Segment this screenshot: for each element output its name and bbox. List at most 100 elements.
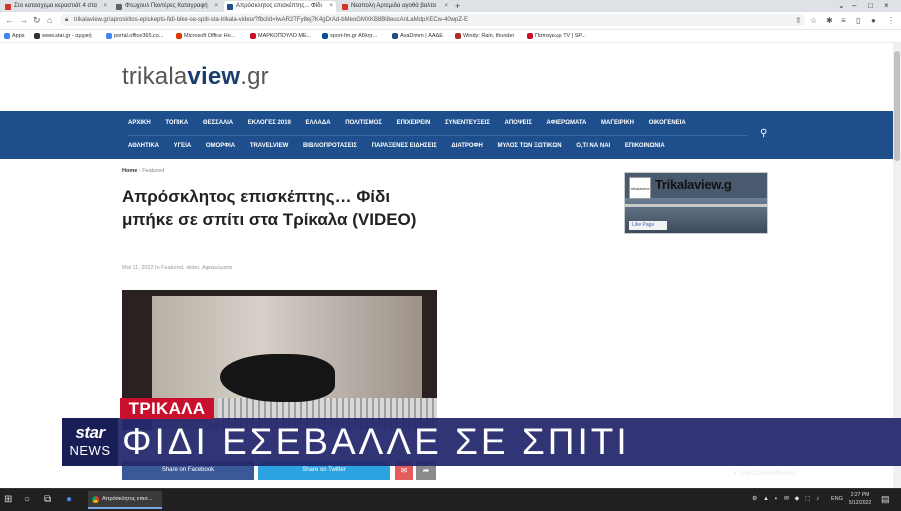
nav-item-interviews[interactable]: ΣΥΝΕΝΤΕΥΞΕΙΣ <box>445 120 490 126</box>
url-text: trikalaview.gr/aproskltos-episkepts-fidi… <box>74 17 468 23</box>
site-logo[interactable]: trikalaview.gr <box>122 63 269 91</box>
nav-item-elections[interactable]: ΕΚΛΟΓΕΣ 2019 <box>248 120 291 126</box>
bookmark-office-portal[interactable]: portal.office365.co... <box>106 30 163 42</box>
bookmark-favicon-icon <box>250 33 256 39</box>
nav-item-home[interactable]: ΑΡΧΙΚΗ <box>128 120 151 126</box>
search-icon[interactable]: ○ <box>24 494 30 506</box>
bookmark-sportfm[interactable]: sport-fm.gr Αθλητ... <box>322 30 377 42</box>
taskbar-chrome-app[interactable]: Απρόσκλητος επισ... <box>88 491 162 509</box>
task-view-icon[interactable]: ⧉ <box>44 494 51 506</box>
tv-location-strap: ΤΡΙΚΑΛΑ <box>120 398 214 419</box>
bookmark-favicon-icon <box>455 33 461 39</box>
browser-tab-4[interactable]: Νεαπολη Αρτεμιδα αγοθά βαλτα × <box>339 1 451 12</box>
bookmark-favicon-icon <box>392 33 398 39</box>
nav-item-travelview[interactable]: TRAVELVIEW <box>250 143 288 149</box>
nav-item-business[interactable]: ΕΠΙΧΕΙΡΕΙΝ <box>397 120 431 126</box>
sidebar-icon[interactable]: ▯ <box>856 15 860 26</box>
chrome-icon <box>92 496 99 503</box>
star-icon[interactable]: ☆ <box>810 15 817 26</box>
bookmark-favicon-icon <box>106 33 112 39</box>
puzzle-icon[interactable]: ≡ <box>841 15 846 26</box>
tab-label: Στο κατασχεμα κεραστιάτ 4 στα <box>14 3 97 9</box>
language-indicator[interactable]: ENG <box>831 496 843 502</box>
windows-start-icon[interactable]: ⊞ <box>4 494 12 506</box>
nav-item-beauty[interactable]: ΟΜΟΡΦΙΑ <box>206 143 235 149</box>
tab-label: Φτωχουλ Παντέρες Καταγραφή <box>125 3 208 9</box>
tab-favicon-icon <box>116 4 122 10</box>
close-icon[interactable]: × <box>444 1 448 12</box>
tv-headline: ΦΙΔΙ ΕΣΕΒΑΛΛΕ ΣΕ ΣΠΙΤΙ <box>122 421 630 462</box>
nav-item-nutrition[interactable]: ΔΙΑΤΡΟΦΗ <box>451 143 482 149</box>
snake-image <box>220 354 335 402</box>
like-page-button[interactable]: Like Page <box>629 221 667 230</box>
nav-item-elves-mill[interactable]: ΜΥΛΟΣ ΤΩΝ ΞΩΤΙΚΩΝ <box>497 143 561 149</box>
star-news-logo: star NEWS <box>62 418 118 466</box>
nav-item-whatever[interactable]: Ο,ΤΙ ΝΑ ΝΑΙ <box>576 143 610 149</box>
nav-item-greece[interactable]: ΕΛΛΑΔΑ <box>306 120 331 126</box>
nav-item-opinions[interactable]: ΑΠΟΨΕΙΣ <box>504 120 531 126</box>
close-icon[interactable]: × <box>329 1 333 12</box>
bookmark-aade[interactable]: AvaDimm | ΑΑΔΕ <box>392 30 443 42</box>
nav-item-contact[interactable]: ΕΠΙΚΟΙΝΩΝΙΑ <box>625 143 665 149</box>
article-title: Απρόσκλητος επισκέπτης… Φίδι μπήκε σε σπ… <box>122 187 417 229</box>
bookmark-tv[interactable]: Παπαγεωρ TV | SP... <box>527 30 586 42</box>
nav-item-books[interactable]: ΒΙΒΛΙΟΠΡΟΤΑΣΕΙΣ <box>303 143 357 149</box>
bookmark-favicon-icon <box>34 33 40 39</box>
bookmark-apps[interactable]: Apps <box>4 30 25 42</box>
minimize-icon[interactable]: – <box>852 0 856 12</box>
address-bar[interactable]: 🔒︎ trikalaview.gr/aproskltos-episkepts-f… <box>60 14 805 26</box>
browser-toolbar: ← → ↻ ⌂ 🔒︎ trikalaview.gr/aproskltos-epi… <box>0 12 901 30</box>
breadcrumb-home[interactable]: Home <box>122 168 137 174</box>
extension-icon[interactable]: ✱ <box>826 15 833 26</box>
nav-item-family[interactable]: ΟΙΚΟΓΕΝΕΙΑ <box>649 120 686 126</box>
nav-item-local[interactable]: ΤΟΠΙΚΑ <box>165 120 188 126</box>
bookmark-favicon-icon <box>322 33 328 39</box>
widget-title: Trikalaview.g <box>655 177 732 192</box>
tab-label: Απρόσκλητος επισκέπτης... Φίδι <box>236 3 322 9</box>
bookmark-favicon-icon <box>176 33 182 39</box>
search-icon[interactable]: ⚲ <box>760 128 767 139</box>
system-tray-icons[interactable]: ⚙ ▲ ◐ ✉ ◆ ⬚ ♪ <box>752 495 821 502</box>
tv-channel-watermark: • StarChannelNews <box>734 470 795 477</box>
notification-icon[interactable]: ▤ <box>881 494 890 505</box>
nav-item-cooking[interactable]: ΜΑΓΕΙΡΙΚΗ <box>601 120 634 126</box>
home-icon[interactable]: ⌂ <box>47 15 52 26</box>
menu-icon[interactable]: ⋮ <box>887 15 895 26</box>
nav-item-features[interactable]: ΑΦΙΕΡΩΜΑΤΑ <box>546 120 586 126</box>
browser-tab-3-active[interactable]: Απρόσκλητος επισκέπτης... Φίδι × <box>224 1 336 12</box>
nav-item-thessaly[interactable]: ΘΕΣΣΑΛΙΑ <box>203 120 233 126</box>
scrollbar-thumb[interactable] <box>894 51 900 161</box>
nav-item-sports[interactable]: ΑΘΛΗΤΙΚΑ <box>128 143 159 149</box>
nav-row-1: ΑΡΧΙΚΗ ΤΟΠΙΚΑ ΘΕΣΣΑΛΙΑ ΕΚΛΟΓΕΣ 2019 ΕΛΛΑ… <box>128 111 748 136</box>
browser-tab-1[interactable]: Στο κατασχεμα κεραστιάτ 4 στα × <box>2 1 110 12</box>
share-icon[interactable]: ⇪ <box>795 15 802 26</box>
profile-icon[interactable]: ● <box>871 15 876 26</box>
breadcrumb: Home › Featured <box>122 168 164 174</box>
maximize-icon[interactable]: □ <box>868 0 873 12</box>
taskbar: ⊞ ○ ⧉ ● Απρόσκλητος επισ... ⚙ ▲ ◐ ✉ ◆ ⬚ … <box>0 488 901 511</box>
close-icon[interactable]: × <box>103 1 107 12</box>
bookmark-office-home[interactable]: Microsoft Office Ho... <box>176 30 235 42</box>
taskbar-clock[interactable]: 2:27 PM 5/12/2022 <box>846 491 874 507</box>
nav-item-health[interactable]: ΥΓΕΙΑ <box>174 143 192 149</box>
nav-item-strange-news[interactable]: ΠΑΡΑΞΕΝΕΣ ΕΙΔΗΣΕΙΣ <box>372 143 437 149</box>
reload-icon[interactable]: ↻ <box>33 15 41 26</box>
close-icon[interactable]: × <box>214 1 218 12</box>
bookmark-star[interactable]: www.star.gr - αρχική <box>34 30 92 42</box>
bookmark-windy[interactable]: Windy: Rain, thunder <box>455 30 514 42</box>
edge-icon[interactable]: ● <box>66 494 72 506</box>
tab-bar: Στο κατασχεμα κεραστιάτ 4 στα × Φτωχουλ … <box>0 0 901 12</box>
bookmark-markopoulo[interactable]: ΜΑΡΚΟΠΟΥΛΟ ΜΕ... <box>250 30 311 42</box>
tab-favicon-icon <box>227 4 233 10</box>
browser-tab-2[interactable]: Φτωχουλ Παντέρες Καταγραφή × <box>113 1 221 12</box>
close-window-icon[interactable]: × <box>884 0 889 12</box>
bookmark-favicon-icon <box>527 33 533 39</box>
forward-arrow-icon[interactable]: → <box>19 15 28 26</box>
new-tab-button[interactable]: + <box>455 0 460 12</box>
breadcrumb-current[interactable]: Featured <box>142 168 164 174</box>
nav-item-culture[interactable]: ΠΟΛΙΤΙΣΜΟΣ <box>345 120 382 126</box>
back-arrow-icon[interactable]: ← <box>5 15 14 26</box>
lock-icon: 🔒︎ <box>65 17 69 23</box>
facebook-page-widget[interactable]: trikalaview Trikalaview.g Like Page <box>624 172 768 234</box>
chevron-down-icon[interactable]: ⌄ <box>838 0 845 12</box>
